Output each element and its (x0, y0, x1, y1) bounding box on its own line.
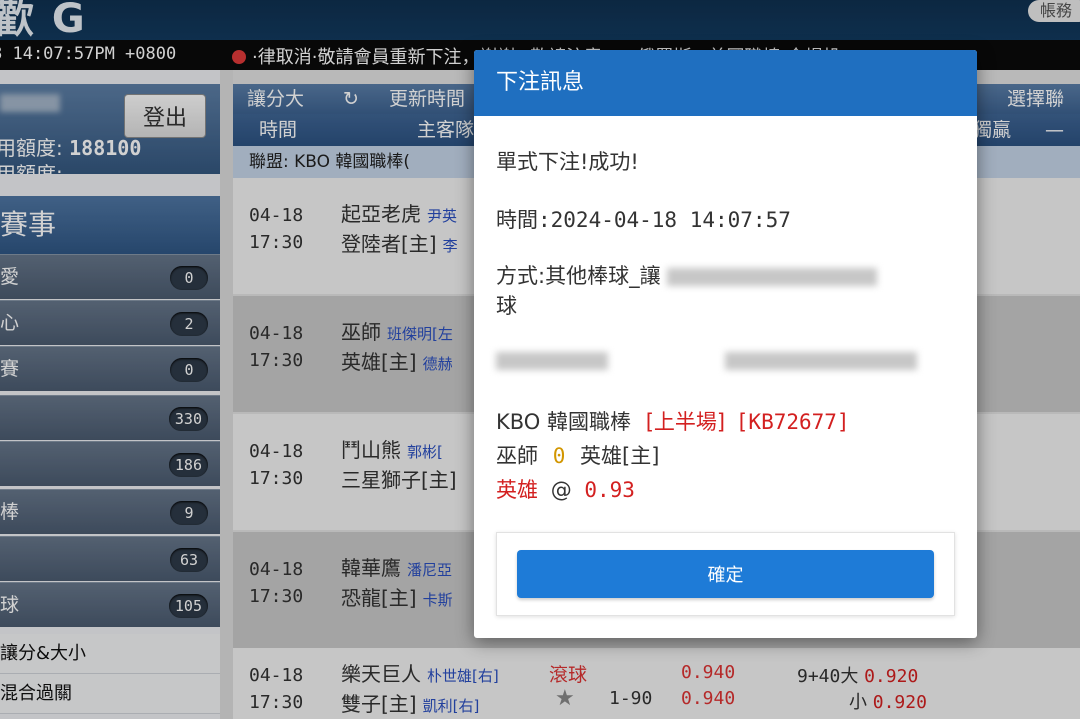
confirm-button[interactable]: 確定 (517, 550, 934, 598)
bet-period: [上半場] (645, 410, 726, 434)
confirm-card: 確定 (496, 532, 955, 616)
bet-method: 方式:其他棒球_讓 (496, 260, 878, 290)
bet-code: [KB72677] (735, 410, 850, 434)
redacted-row (496, 348, 917, 372)
bet-time: 時間:2024-04-18 14:07:57 (496, 208, 791, 232)
redacted-text (667, 268, 878, 286)
bet-score: 0 (552, 444, 566, 468)
bet-method-suffix: 球 (496, 294, 517, 318)
bet-pick: 英雄 @ 0.93 (496, 478, 635, 502)
bet-league: KBO 韓國職棒 [上半場] [KB72677] (496, 410, 850, 434)
bet-status: 單式下注!成功! (496, 150, 639, 174)
modal-title: 下注訊息 (474, 50, 977, 116)
bet-info-modal: 下注訊息 單式下注!成功! 時間:2024-04-18 14:07:57 方式:… (474, 50, 977, 638)
bet-matchup: 巫師 0 英雄[主] (496, 444, 660, 468)
